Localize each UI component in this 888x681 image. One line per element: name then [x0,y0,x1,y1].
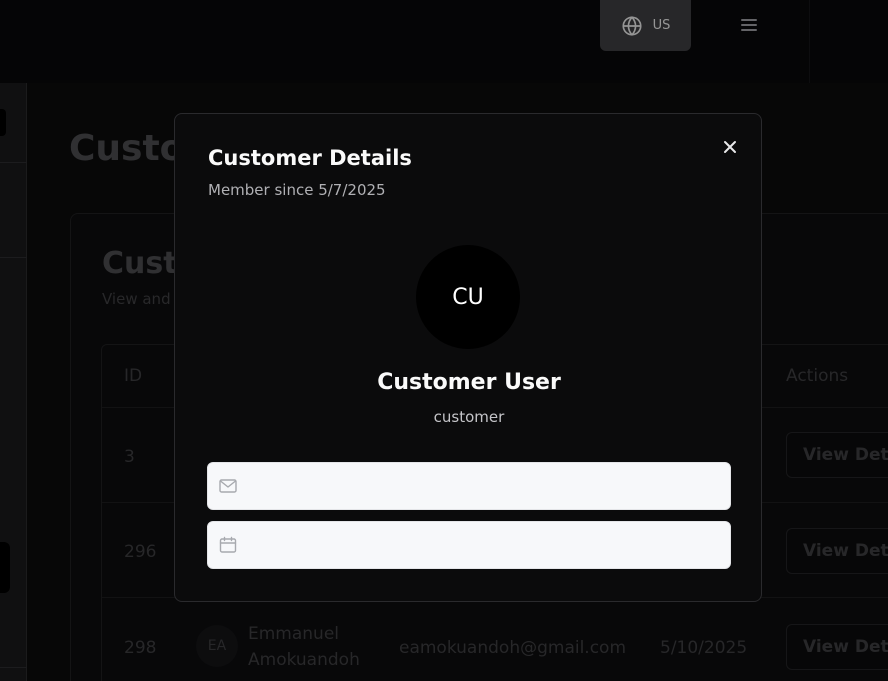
modal-title: Customer Details [208,146,412,170]
calendar-icon [219,536,237,553]
close-button[interactable] [718,135,742,159]
mail-icon [219,479,237,493]
date-input[interactable] [246,522,730,568]
email-input[interactable] [246,463,730,509]
close-icon [724,141,736,153]
customer-role: customer [433,408,505,426]
customer-details-modal: Customer Details Member since 5/7/2025 C… [174,113,762,602]
member-since-text: Member since 5/7/2025 [208,181,386,199]
email-field[interactable] [207,462,731,510]
member-date-field[interactable] [207,521,731,569]
avatar: CU [416,245,520,349]
customer-name: Customer User [377,370,561,395]
